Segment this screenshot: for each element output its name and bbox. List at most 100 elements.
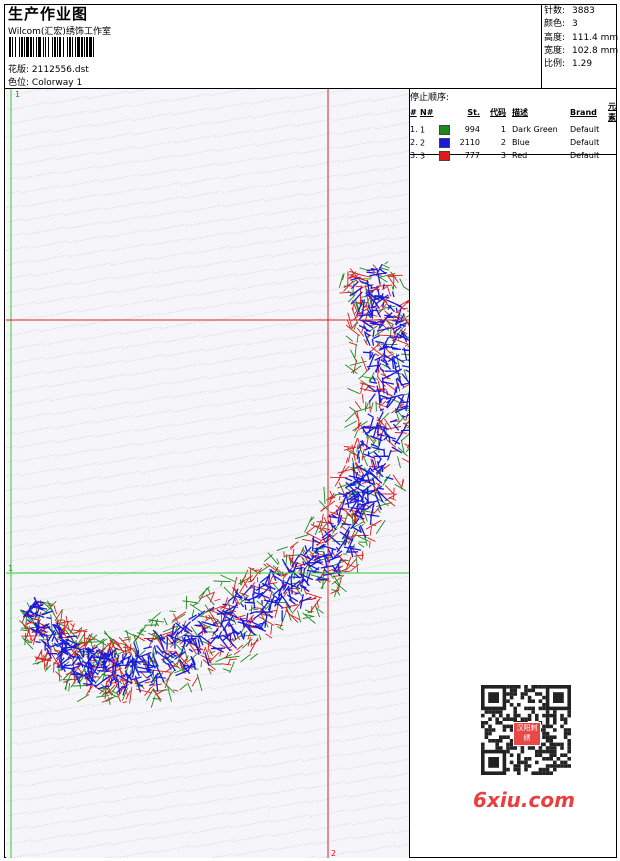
sheet-title: 生产作业图 — [8, 5, 89, 23]
qr-module — [567, 757, 571, 761]
qr-module — [524, 692, 528, 696]
qr-module — [527, 713, 532, 718]
qr-module — [517, 753, 521, 757]
row-description: Red — [512, 151, 528, 160]
qr-module — [524, 760, 528, 765]
qr-module — [520, 760, 525, 765]
colorway: 色位: Colorway 1 — [8, 75, 82, 88]
qr-module — [531, 771, 535, 775]
qr-module — [553, 735, 557, 739]
qr-module — [506, 685, 510, 689]
row-description: Blue — [512, 138, 530, 147]
qr-module — [553, 721, 557, 725]
qr-module — [524, 685, 528, 689]
row-needle: 1 — [420, 123, 454, 136]
qr-module — [484, 735, 489, 739]
guide-h2-label: 2 — [395, 311, 400, 320]
qr-module — [563, 728, 568, 732]
qr-module — [517, 757, 521, 761]
row-brand: Default — [570, 138, 600, 147]
qr-module — [538, 746, 543, 750]
qr-module — [560, 746, 564, 750]
qr-module — [560, 764, 564, 768]
qr-module — [506, 724, 510, 729]
stat-scale: 比例: 1.29 — [544, 59, 593, 70]
qr-module — [481, 742, 485, 747]
qr-module — [567, 746, 571, 750]
stat-width: 宽度: 102.8 mm — [544, 45, 619, 56]
qr-module — [545, 771, 550, 775]
stop-sequence-header-row: # N# St. 代码 描述 Brand 元素 — [410, 101, 620, 123]
thread-swatch — [439, 124, 451, 135]
row-index: 1. — [410, 125, 418, 134]
row-stitches: 777 — [464, 151, 480, 160]
qr-module — [502, 724, 507, 729]
qr-module — [513, 713, 517, 718]
qr-module — [488, 731, 492, 736]
qr-module — [506, 767, 510, 772]
qr-module — [531, 710, 535, 714]
qr-module — [513, 685, 517, 689]
qr-module — [509, 692, 514, 696]
stop-sequence-row: 1. 1 994 1 Dark Green Default — [410, 123, 620, 136]
qr-module — [538, 771, 543, 775]
qr-module — [545, 717, 550, 721]
qr-module — [553, 742, 557, 747]
qr-module — [549, 735, 553, 739]
qr-module — [567, 728, 571, 732]
col-st: St. — [467, 107, 480, 117]
qr-module — [560, 760, 564, 765]
qr-module — [513, 746, 517, 750]
qr-module — [560, 717, 564, 721]
qr-module — [495, 739, 499, 743]
row-needle: 2 — [420, 136, 454, 149]
qr-module — [553, 753, 557, 757]
qr-module — [531, 706, 535, 711]
qr-module — [513, 706, 517, 711]
qr-module — [542, 742, 546, 747]
qr-module — [535, 760, 539, 765]
qr-module — [538, 706, 543, 711]
qr-module — [499, 710, 503, 714]
qr-module — [553, 713, 557, 718]
qr-finder — [488, 692, 499, 703]
col-code: 代码 — [490, 107, 506, 117]
qr-module — [481, 713, 485, 718]
qr-module — [549, 753, 553, 757]
qr-module — [542, 731, 546, 736]
qr-module — [560, 742, 564, 747]
qr-module — [520, 692, 525, 696]
qr-module — [549, 771, 553, 775]
qr-module — [531, 699, 535, 703]
watermark-text: 6xiu.com — [473, 788, 575, 812]
design-file-value: 2112556.dst — [31, 65, 89, 75]
qr-module — [531, 685, 535, 689]
qr-module — [499, 721, 503, 725]
qr-module — [506, 699, 510, 703]
qr-module — [542, 749, 546, 754]
row-index: 3. — [410, 151, 418, 160]
row-brand: Default — [570, 151, 600, 160]
qr-module — [509, 695, 514, 700]
qr-module — [488, 728, 492, 732]
qr-module — [520, 695, 525, 700]
barcode-bar — [94, 37, 96, 57]
qr-module — [556, 757, 561, 761]
qr-module — [545, 749, 550, 754]
qr-module — [556, 764, 561, 768]
qr-module — [556, 742, 561, 747]
qr-module — [560, 753, 564, 757]
qr-module — [535, 685, 539, 689]
qr-module — [563, 721, 568, 725]
qr-module — [491, 713, 496, 718]
stat-height: 高度: 111.4 mm — [544, 32, 619, 43]
qr-module — [553, 728, 557, 732]
qr-module — [549, 713, 553, 718]
qr-module — [520, 717, 525, 721]
qr-module — [506, 742, 510, 747]
qr-module — [542, 767, 546, 772]
qr-module — [513, 767, 517, 772]
qr-module — [517, 703, 521, 707]
row-code: 1 — [500, 125, 506, 134]
qr-module — [513, 692, 517, 696]
